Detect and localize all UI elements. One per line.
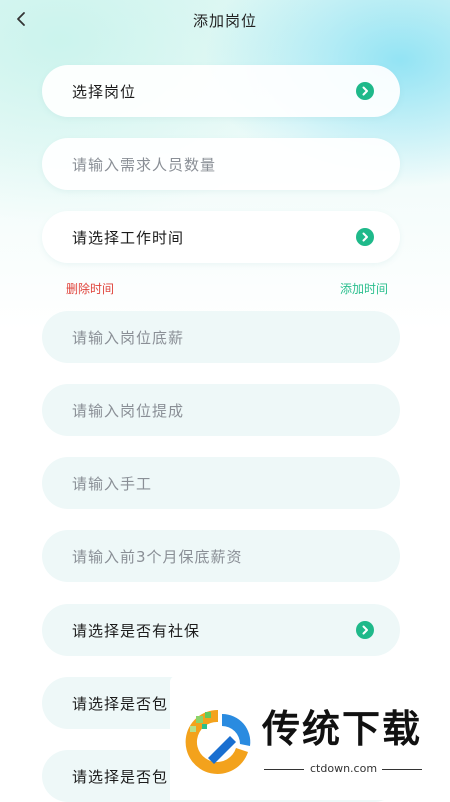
manual-work-input[interactable]: 请输入手工: [42, 457, 400, 509]
time-actions-row: 删除时间 添加时间: [66, 280, 388, 298]
add-time-button[interactable]: 添加时间: [340, 280, 388, 297]
headcount-placeholder: 请输入需求人员数量: [72, 155, 217, 174]
work-time-select[interactable]: 请选择工作时间: [42, 211, 400, 263]
chevron-right-circle-icon: [356, 621, 374, 639]
position-select[interactable]: 选择岗位: [42, 65, 400, 117]
commission-placeholder: 请输入岗位提成: [72, 401, 185, 420]
watermark-title: 传统下载: [262, 707, 423, 751]
watermark-divider: [382, 769, 422, 770]
guarantee-salary-input[interactable]: 请输入前3个月保底薪资: [42, 530, 400, 582]
header-bar: 添加岗位: [0, 0, 450, 40]
page-title: 添加岗位: [192, 12, 257, 30]
base-salary-placeholder: 请输入岗位底薪: [72, 328, 185, 347]
social-insurance-label: 请选择是否有社保: [72, 621, 201, 640]
chevron-right-circle-icon: [356, 228, 374, 246]
watermark-logo-icon: [178, 702, 258, 782]
position-select-label: 选择岗位: [72, 82, 137, 101]
work-time-label: 请选择工作时间: [72, 228, 185, 247]
watermark-url: ctdown.com: [310, 762, 378, 775]
chevron-right-circle-icon: [356, 82, 374, 100]
delete-time-button[interactable]: 删除时间: [66, 280, 114, 297]
social-insurance-select[interactable]: 请选择是否有社保: [42, 604, 400, 656]
watermark: 传统下载 ctdown.com: [170, 676, 450, 800]
select-row-a-label: 请选择是否包: [72, 694, 169, 713]
watermark-divider: [264, 769, 304, 770]
base-salary-input[interactable]: 请输入岗位底薪: [42, 311, 400, 363]
guarantee-salary-placeholder: 请输入前3个月保底薪资: [72, 547, 243, 566]
headcount-input[interactable]: 请输入需求人员数量: [42, 138, 400, 190]
select-row-b-label: 请选择是否包: [72, 767, 169, 786]
commission-input[interactable]: 请输入岗位提成: [42, 384, 400, 436]
manual-work-placeholder: 请输入手工: [72, 474, 153, 493]
